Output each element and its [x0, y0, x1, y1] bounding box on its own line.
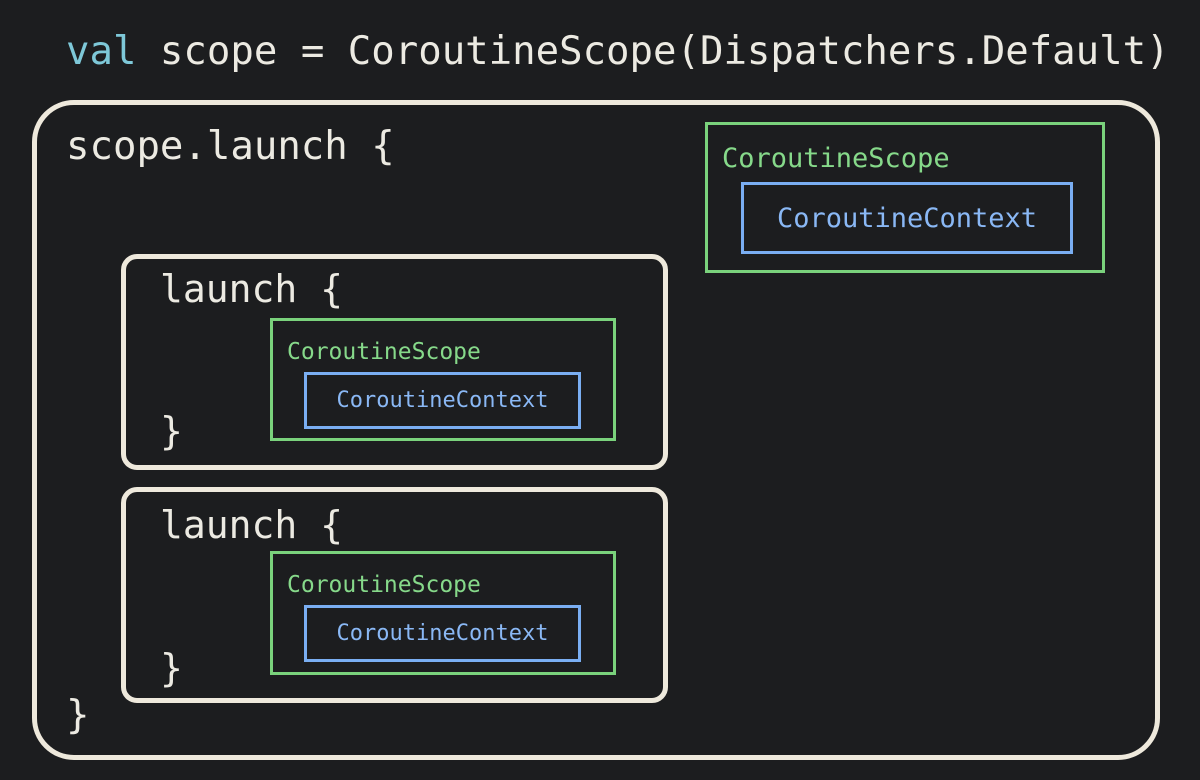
scope-declaration-text: scope = CoroutineScope(Dispatchers.Defau… [136, 29, 1170, 74]
outer-coroutine-context-box: CoroutineContext [741, 182, 1073, 254]
outer-launch-open: scope.launch { [66, 124, 395, 169]
child-launch-close-1: } [160, 409, 183, 453]
outer-coroutine-scope-label: CoroutineScope [722, 143, 950, 174]
coroutine-scope-diagram: val scope = CoroutineScope(Dispatchers.D… [0, 0, 1200, 780]
scope-declaration: val scope = CoroutineScope(Dispatchers.D… [66, 32, 1170, 71]
child-launch-open-1: launch { [160, 267, 344, 311]
child-coroutine-scope-label-2: CoroutineScope [287, 572, 481, 598]
child-launch-close-2: } [160, 646, 183, 690]
child-coroutine-context-box-2: CoroutineContext [304, 605, 581, 662]
val-keyword: val [66, 29, 137, 74]
child-coroutine-scope-label-1: CoroutineScope [287, 339, 481, 365]
child-launch-open-2: launch { [160, 503, 344, 547]
child-coroutine-context-box-1: CoroutineContext [304, 372, 581, 429]
outer-launch-close: } [66, 693, 90, 738]
